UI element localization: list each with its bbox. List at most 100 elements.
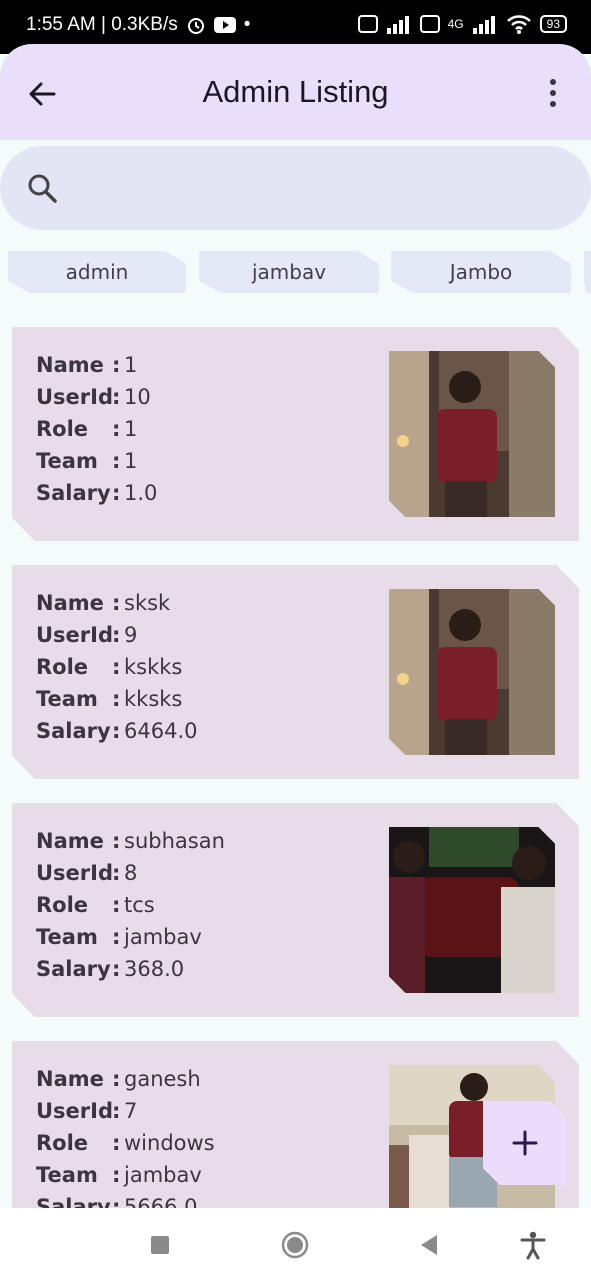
team-value: kksks — [124, 687, 183, 711]
employee-card[interactable]: Name:1 UserId:10 Role:1 Team:1 Salary:1.… — [12, 327, 579, 541]
home-icon[interactable] — [280, 1230, 310, 1260]
separator: : — [112, 719, 121, 743]
app-bar: Admin Listing — [0, 44, 591, 140]
network-type: 4G — [447, 17, 464, 31]
search-input[interactable] — [76, 166, 556, 210]
team-row: Team: jambav — [36, 1159, 215, 1191]
accessibility-icon[interactable] — [518, 1230, 548, 1260]
separator: : — [112, 385, 121, 409]
salary-label: Salary — [36, 719, 111, 743]
team-value: jambav — [124, 925, 202, 949]
signal-icon — [386, 16, 409, 34]
team-label: Team — [36, 449, 98, 473]
status-left: 1:55 AM | 0.3KB/s • — [26, 14, 250, 36]
team-value: jambav — [124, 1163, 202, 1187]
chip-overflow[interactable] — [584, 251, 591, 293]
role-value: 1 — [124, 417, 138, 441]
userid-row: UserId:8 — [36, 857, 225, 889]
team-row: Team: kksks — [36, 683, 197, 715]
employee-card[interactable]: Name: sksk UserId:9 Role: kskks Team: kksks… — [12, 565, 579, 779]
wifi-icon — [506, 15, 531, 34]
recents-icon[interactable] — [145, 1230, 175, 1260]
signal-icon-2 — [472, 16, 495, 34]
alarm-icon — [187, 18, 204, 34]
separator: : — [112, 1163, 121, 1187]
name-label: Name — [36, 591, 104, 615]
userid-label: UserId — [36, 385, 113, 409]
employee-photo — [389, 589, 555, 755]
salary-value: 1.0 — [124, 481, 158, 505]
role-value: kskks — [124, 655, 183, 679]
userid-row: UserId:7 — [36, 1095, 215, 1127]
userid-label: UserId — [36, 623, 113, 647]
salary-row: Salary:1.0 — [36, 477, 157, 509]
salary-label: Salary — [36, 957, 111, 981]
team-value: 1 — [124, 449, 138, 473]
separator: : — [112, 1099, 121, 1123]
battery-indicator: 93 — [539, 15, 567, 33]
employee-fields: Name: ganesh UserId:7 Role: windows Team: j… — [36, 1063, 215, 1223]
more-options-button[interactable] — [547, 78, 559, 108]
page-title: Admin Listing — [202, 74, 389, 109]
name-value: ganesh — [124, 1067, 201, 1091]
role-value: tcs — [124, 893, 155, 917]
team-row: Team:1 — [36, 445, 157, 477]
chip-admin[interactable]: admin — [8, 251, 186, 293]
salary-label: Salary — [36, 481, 111, 505]
chip-jambo[interactable]: Jambo — [391, 251, 571, 293]
name-value: sksk — [124, 591, 171, 615]
role-row: Role:1 — [36, 413, 157, 445]
separator: : — [112, 655, 121, 679]
chip-jambav[interactable]: jambav — [199, 251, 379, 293]
employee-photo — [389, 351, 555, 517]
team-row: Team: jambav — [36, 921, 225, 953]
role-row: Role: windows — [36, 1127, 215, 1159]
userid-label: UserId — [36, 1099, 113, 1123]
separator: : — [112, 925, 121, 949]
separator: : — [112, 481, 121, 505]
add-icon — [512, 1130, 538, 1156]
separator: : — [112, 829, 121, 853]
userid-value: 10 — [124, 385, 151, 409]
role-label: Role — [36, 893, 89, 917]
employee-photo — [389, 827, 555, 993]
search-bar[interactable] — [0, 146, 591, 230]
separator: : — [112, 861, 121, 885]
separator: : — [112, 893, 121, 917]
team-label: Team — [36, 925, 98, 949]
volte-icon-2 — [419, 15, 440, 33]
separator: : — [112, 417, 121, 441]
employee-fields: Name: subhasan UserId:8 Role: tcs Team: jam… — [36, 825, 225, 985]
separator: : — [112, 353, 121, 377]
status-right: 4G 93 — [357, 14, 567, 34]
employee-card[interactable]: Name: subhasan UserId:8 Role: tcs Team: jam… — [12, 803, 579, 1017]
separator: : — [112, 1131, 121, 1155]
name-label: Name — [36, 353, 104, 377]
separator: : — [112, 687, 121, 711]
salary-value: 6464.0 — [124, 719, 198, 743]
role-label: Role — [36, 417, 89, 441]
userid-value: 7 — [124, 1099, 138, 1123]
system-nav-bar — [0, 1208, 591, 1280]
status-time: 1:55 AM | 0.3KB/s — [26, 14, 178, 35]
separator: : — [112, 1067, 121, 1091]
team-label: Team — [36, 687, 98, 711]
name-label: Name — [36, 1067, 104, 1091]
volte-icon — [357, 15, 378, 33]
search-icon — [28, 174, 57, 203]
more-vert-icon — [550, 79, 556, 107]
name-row: Name: sksk — [36, 587, 197, 619]
add-button[interactable] — [483, 1101, 567, 1185]
userid-label: UserId — [36, 861, 113, 885]
userid-value: 9 — [124, 623, 138, 647]
employee-fields: Name: sksk UserId:9 Role: kskks Team: kksks… — [36, 587, 197, 747]
role-label: Role — [36, 1131, 89, 1155]
userid-row: UserId:10 — [36, 381, 157, 413]
separator: : — [112, 623, 121, 647]
salary-row: Salary:368.0 — [36, 953, 225, 985]
role-row: Role: kskks — [36, 651, 197, 683]
team-label: Team — [36, 1163, 98, 1187]
role-label: Role — [36, 655, 89, 679]
back-nav-icon[interactable] — [414, 1230, 444, 1260]
name-label: Name — [36, 829, 104, 853]
